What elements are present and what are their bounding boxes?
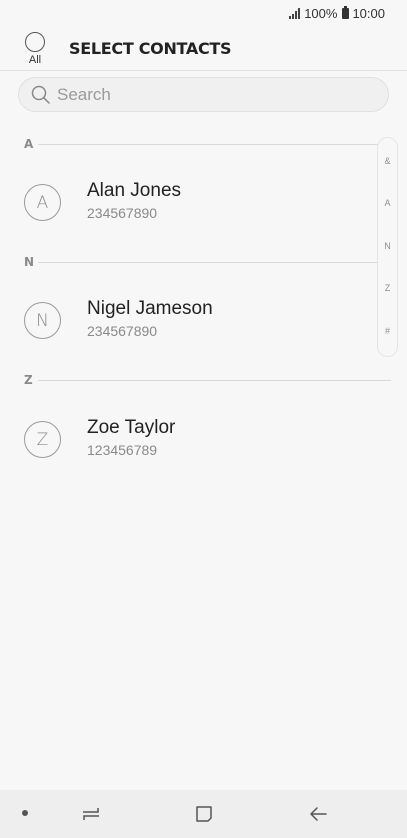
section-header-z: Z <box>24 373 391 387</box>
contact-number: 123456789 <box>87 442 158 458</box>
battery-percentage: 100% <box>304 5 338 21</box>
index-item[interactable]: & <box>378 156 397 166</box>
home-icon[interactable] <box>195 805 213 823</box>
section-letter: A <box>24 137 34 151</box>
contact-row[interactable]: Z Zoe Taylor 123456789 <box>0 409 370 473</box>
clock: 10:00 <box>352 5 385 21</box>
section-divider <box>38 379 391 381</box>
section-divider <box>38 143 391 145</box>
section-header-n: N <box>24 255 378 269</box>
header: All SELECT CONTACTS <box>0 26 407 71</box>
index-scroller[interactable]: & A N Z # <box>377 137 398 357</box>
dot-icon[interactable] <box>22 810 28 816</box>
avatar: Z <box>24 421 61 458</box>
recent-apps-icon[interactable] <box>80 804 102 824</box>
select-all-checkbox[interactable]: All <box>22 32 48 66</box>
search-input[interactable] <box>55 83 359 106</box>
status-bar: 100% 10:00 <box>0 0 407 26</box>
navigation-bar <box>0 790 407 838</box>
back-icon[interactable] <box>308 805 328 823</box>
index-item[interactable]: Z <box>378 283 397 293</box>
contact-row[interactable]: A Alan Jones 234567890 <box>0 172 370 236</box>
contact-name: Zoe Taylor <box>87 417 176 438</box>
index-item[interactable]: N <box>378 241 397 251</box>
battery-icon <box>342 5 350 19</box>
index-item[interactable]: # <box>378 326 397 336</box>
section-header-a: A <box>24 137 391 151</box>
contact-number: 234567890 <box>87 205 158 221</box>
avatar: A <box>24 184 61 221</box>
checkbox-circle-icon <box>25 32 45 52</box>
index-item[interactable]: A <box>378 198 397 208</box>
search-icon <box>31 85 50 104</box>
section-letter: Z <box>24 373 33 387</box>
search-bar[interactable] <box>18 77 389 112</box>
page-title: SELECT CONTACTS <box>69 39 232 58</box>
contact-name: Alan Jones <box>87 180 182 201</box>
contact-row[interactable]: N Nigel Jameson 234567890 <box>0 290 370 354</box>
section-divider <box>38 261 378 263</box>
signal-icon <box>289 7 301 19</box>
contact-number: 234567890 <box>87 323 158 339</box>
contact-name: Nigel Jameson <box>87 298 213 319</box>
select-all-label: All <box>28 54 42 66</box>
section-letter: N <box>24 255 35 269</box>
avatar: N <box>24 302 61 339</box>
